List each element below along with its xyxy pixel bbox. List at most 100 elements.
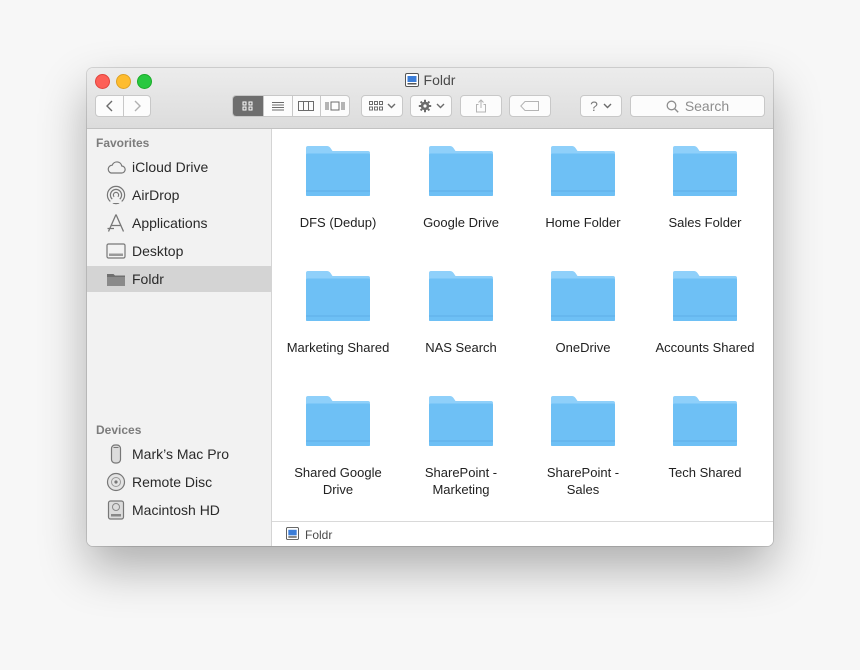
folder-label: Tech Shared <box>668 465 742 480</box>
folder-item[interactable]: DFS (Dedup) <box>276 145 400 231</box>
folder-icon <box>306 396 370 446</box>
list-view-button[interactable] <box>263 96 292 116</box>
history-nav <box>95 95 151 117</box>
folder-icon <box>673 271 737 321</box>
list-icon <box>272 102 285 111</box>
search-placeholder: Search <box>684 98 730 114</box>
icon-grid-icon <box>242 101 253 111</box>
folder-label: Marketing Shared <box>286 340 390 355</box>
folder-icon <box>429 396 493 446</box>
finder-window: Foldr ? Search Favorites iCloud Drive Ai… <box>87 68 773 546</box>
help-label: ? <box>590 98 598 114</box>
sidebar-item-macintosh-hd[interactable]: Macintosh HD <box>87 497 271 523</box>
folder-item[interactable]: SharePoint - Marketing <box>399 395 523 498</box>
folder-label: OneDrive <box>555 340 611 355</box>
search-icon <box>666 100 679 113</box>
desktop-icon <box>105 241 127 261</box>
folder-label: Sales Folder <box>668 215 742 230</box>
sidebar-item-label: Remote Disc <box>132 474 213 490</box>
chevron-right-icon <box>134 100 142 112</box>
folder-icon <box>551 271 615 321</box>
applications-icon <box>105 213 127 233</box>
cloud-icon <box>105 157 127 177</box>
gallery-icon <box>325 101 345 111</box>
folder-item[interactable]: Tech Shared <box>643 395 767 481</box>
sidebar-item-remote-disc[interactable]: Remote Disc <box>87 469 271 495</box>
icon-view-button[interactable] <box>233 96 264 116</box>
folder-label: Shared Google Drive <box>294 465 382 497</box>
back-button[interactable] <box>96 96 123 116</box>
window-title: Foldr <box>423 72 456 88</box>
folder-label: Accounts Shared <box>655 340 755 355</box>
gear-icon <box>418 99 431 113</box>
arrange-grid-icon <box>368 101 383 111</box>
folder-label: SharePoint - Sales <box>546 465 620 497</box>
disc-icon <box>105 472 127 492</box>
sidebar-item-label: Macintosh HD <box>132 502 220 518</box>
folder-grid: DFS (Dedup) Google Drive Home Folder Sales … <box>272 129 773 521</box>
sidebar-item-label: Desktop <box>132 243 184 259</box>
column-view-button[interactable] <box>291 96 320 116</box>
share-icon <box>476 99 486 113</box>
folder-item[interactable]: Accounts Shared <box>643 270 767 356</box>
foldr-app-icon <box>404 73 419 90</box>
forward-button[interactable] <box>123 96 150 116</box>
sidebar-item-icloud-drive[interactable]: iCloud Drive <box>87 154 271 180</box>
folder-icon <box>551 396 615 446</box>
folder-label: NAS Search <box>425 340 497 355</box>
sidebar-item-airdrop[interactable]: AirDrop <box>87 182 271 208</box>
path-bar: Foldr <box>272 521 773 546</box>
sidebar-item-label: AirDrop <box>132 187 180 203</box>
devices-header: Devices <box>96 423 142 437</box>
airdrop-icon <box>105 185 127 205</box>
sidebar-item-label: Foldr <box>132 271 164 287</box>
sidebar-item-label: iCloud Drive <box>132 159 209 175</box>
folder-icon <box>429 271 493 321</box>
chevron-down-icon <box>436 103 444 109</box>
folder-icon <box>306 146 370 196</box>
action-button[interactable] <box>410 95 452 117</box>
chevron-down-icon <box>603 103 612 109</box>
view-mode-control <box>232 95 350 117</box>
sidebar-item-desktop[interactable]: Desktop <box>87 238 271 264</box>
chevron-left-icon <box>105 100 113 112</box>
sidebar-item-foldr[interactable]: Foldr <box>87 266 271 292</box>
sidebar-item-label: Mark’s Mac Pro <box>132 446 229 462</box>
tag-icon <box>520 101 539 111</box>
chevron-down-icon <box>387 103 395 109</box>
window-title-area: Foldr <box>87 72 773 90</box>
arrange-button[interactable] <box>361 95 403 117</box>
sidebar-item-applications[interactable]: Applications <box>87 210 271 236</box>
folder-icon <box>673 396 737 446</box>
path-bar-item[interactable]: Foldr <box>305 528 332 542</box>
folder-icon <box>105 269 127 289</box>
columns-icon <box>298 101 315 111</box>
folder-label: Home Folder <box>545 215 621 230</box>
folder-item[interactable]: Google Drive <box>399 145 523 231</box>
folder-icon <box>306 271 370 321</box>
gallery-view-button[interactable] <box>319 96 350 116</box>
folder-item[interactable]: Shared Google Drive <box>276 395 400 498</box>
folder-item[interactable]: Marketing Shared <box>276 270 400 356</box>
folder-item[interactable]: Sales Folder <box>643 145 767 231</box>
folder-item[interactable]: Home Folder <box>521 145 645 231</box>
share-button[interactable] <box>460 95 502 117</box>
folder-label: Google Drive <box>423 215 499 230</box>
search-field[interactable]: Search <box>630 95 765 117</box>
sidebar-item-label: Applications <box>132 215 208 231</box>
folder-label: SharePoint - Marketing <box>424 465 498 497</box>
help-button[interactable]: ? <box>580 95 622 117</box>
folder-label: DFS (Dedup) <box>299 215 377 230</box>
favorites-header: Favorites <box>96 136 150 150</box>
folder-item[interactable]: NAS Search <box>399 270 523 356</box>
title-bar: Foldr ? Search <box>87 68 773 129</box>
sidebar-item-mac-pro[interactable]: Mark’s Mac Pro <box>87 441 271 467</box>
folder-item[interactable]: OneDrive <box>521 270 645 356</box>
folder-icon <box>429 146 493 196</box>
folder-icon <box>551 146 615 196</box>
sidebar: Favorites iCloud Drive AirDrop Applicati… <box>87 129 272 546</box>
folder-item[interactable]: SharePoint - Sales <box>521 395 645 498</box>
tags-button[interactable] <box>509 95 551 117</box>
foldr-app-icon <box>286 526 299 543</box>
mac-pro-icon <box>105 444 127 464</box>
